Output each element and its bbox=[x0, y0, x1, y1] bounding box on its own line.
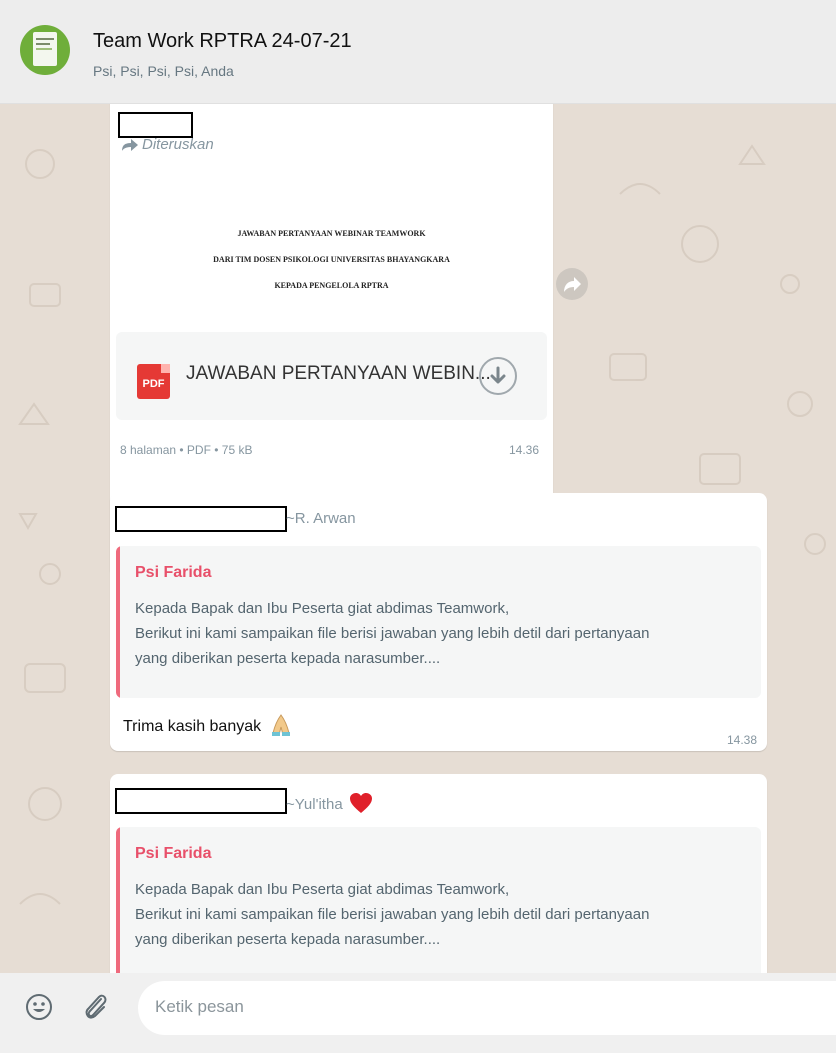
chat-participants: Psi, Psi, Psi, Psi, Anda bbox=[93, 63, 234, 79]
quote-accent-bar bbox=[116, 827, 120, 973]
message-input[interactable]: Ketik pesan bbox=[138, 981, 836, 1035]
attach-button[interactable] bbox=[80, 991, 110, 1023]
file-meta: 8 halaman • PDF • 75 kB bbox=[120, 443, 253, 457]
praying-hands-emoji bbox=[271, 714, 290, 736]
quote-accent-bar bbox=[116, 546, 120, 698]
preview-line-3: KEPADA PENGELOLA RPTRA bbox=[274, 281, 389, 290]
emoji-icon bbox=[26, 994, 52, 1020]
sender-name: ~R. Arwan bbox=[286, 510, 356, 527]
preview-line-2: DARI TIM DOSEN PSIKOLOGI UNIVERSITAS BHA… bbox=[213, 255, 450, 264]
quoted-sender: Psi Farida bbox=[135, 564, 212, 581]
message-time: 14.36 bbox=[509, 443, 540, 457]
message-text: Trima kasih banyak bbox=[123, 713, 292, 737]
paperclip-icon bbox=[85, 994, 107, 1019]
file-name: JAWABAN PERTANYAAN WEBIN... bbox=[186, 363, 491, 384]
chat-title: Team Work RPTRA 24-07-21 bbox=[93, 30, 352, 52]
forward-icon bbox=[122, 139, 138, 151]
emoji-button[interactable] bbox=[24, 992, 54, 1022]
forward-share-button[interactable] bbox=[556, 268, 588, 300]
group-avatar[interactable] bbox=[20, 25, 70, 75]
pdf-icon: PDF bbox=[137, 364, 170, 399]
download-icon bbox=[490, 366, 506, 384]
redacted-sender-phone bbox=[115, 506, 287, 532]
heart-emoji bbox=[349, 793, 372, 813]
reply-message[interactable]: ~R. Arwan Psi Farida Kepada Bapak dan Ib… bbox=[110, 493, 767, 751]
message-time: 14.38 bbox=[727, 733, 758, 747]
sender-name: ~Yul'itha bbox=[286, 792, 373, 814]
reply-message[interactable]: ~Yul'itha Psi Farida Kepada Bapak dan Ib… bbox=[110, 774, 767, 973]
quoted-message[interactable]: Psi Farida Kepada Bapak dan Ibu Peserta … bbox=[116, 827, 761, 973]
message-list[interactable]: Diteruskan JAWABAN PERTANYAAN WEBINAR TE… bbox=[0, 104, 836, 973]
chat-header[interactable]: Team Work RPTRA 24-07-21 Psi, Psi, Psi, … bbox=[0, 0, 836, 104]
forwarded-text: Diteruskan bbox=[142, 136, 214, 153]
quoted-text: Kepada Bapak dan Ibu Peserta giat abdima… bbox=[135, 881, 650, 948]
message-input-placeholder: Ketik pesan bbox=[155, 997, 244, 1016]
avatar-image bbox=[33, 32, 57, 66]
preview-line-1: JAWABAN PERTANYAAN WEBINAR TEAMWORK bbox=[237, 229, 426, 238]
message-composer: Ketik pesan bbox=[0, 973, 836, 1053]
redacted-sender-phone bbox=[115, 788, 287, 814]
quoted-text: Kepada Bapak dan Ibu Peserta giat abdima… bbox=[135, 600, 650, 667]
forwarded-label: Diteruskan bbox=[122, 136, 214, 153]
redacted-sender-name bbox=[118, 112, 193, 138]
share-icon bbox=[564, 277, 581, 292]
quoted-message[interactable]: Psi Farida Kepada Bapak dan Ibu Peserta … bbox=[116, 546, 761, 698]
quoted-sender: Psi Farida bbox=[135, 845, 212, 862]
download-button[interactable] bbox=[479, 357, 517, 395]
sender-name-text: ~Yul'itha bbox=[286, 796, 343, 813]
file-attachment[interactable]: PDF JAWABAN PERTANYAAN WEBIN... bbox=[116, 332, 547, 420]
message-body: Trima kasih banyak bbox=[123, 718, 262, 735]
